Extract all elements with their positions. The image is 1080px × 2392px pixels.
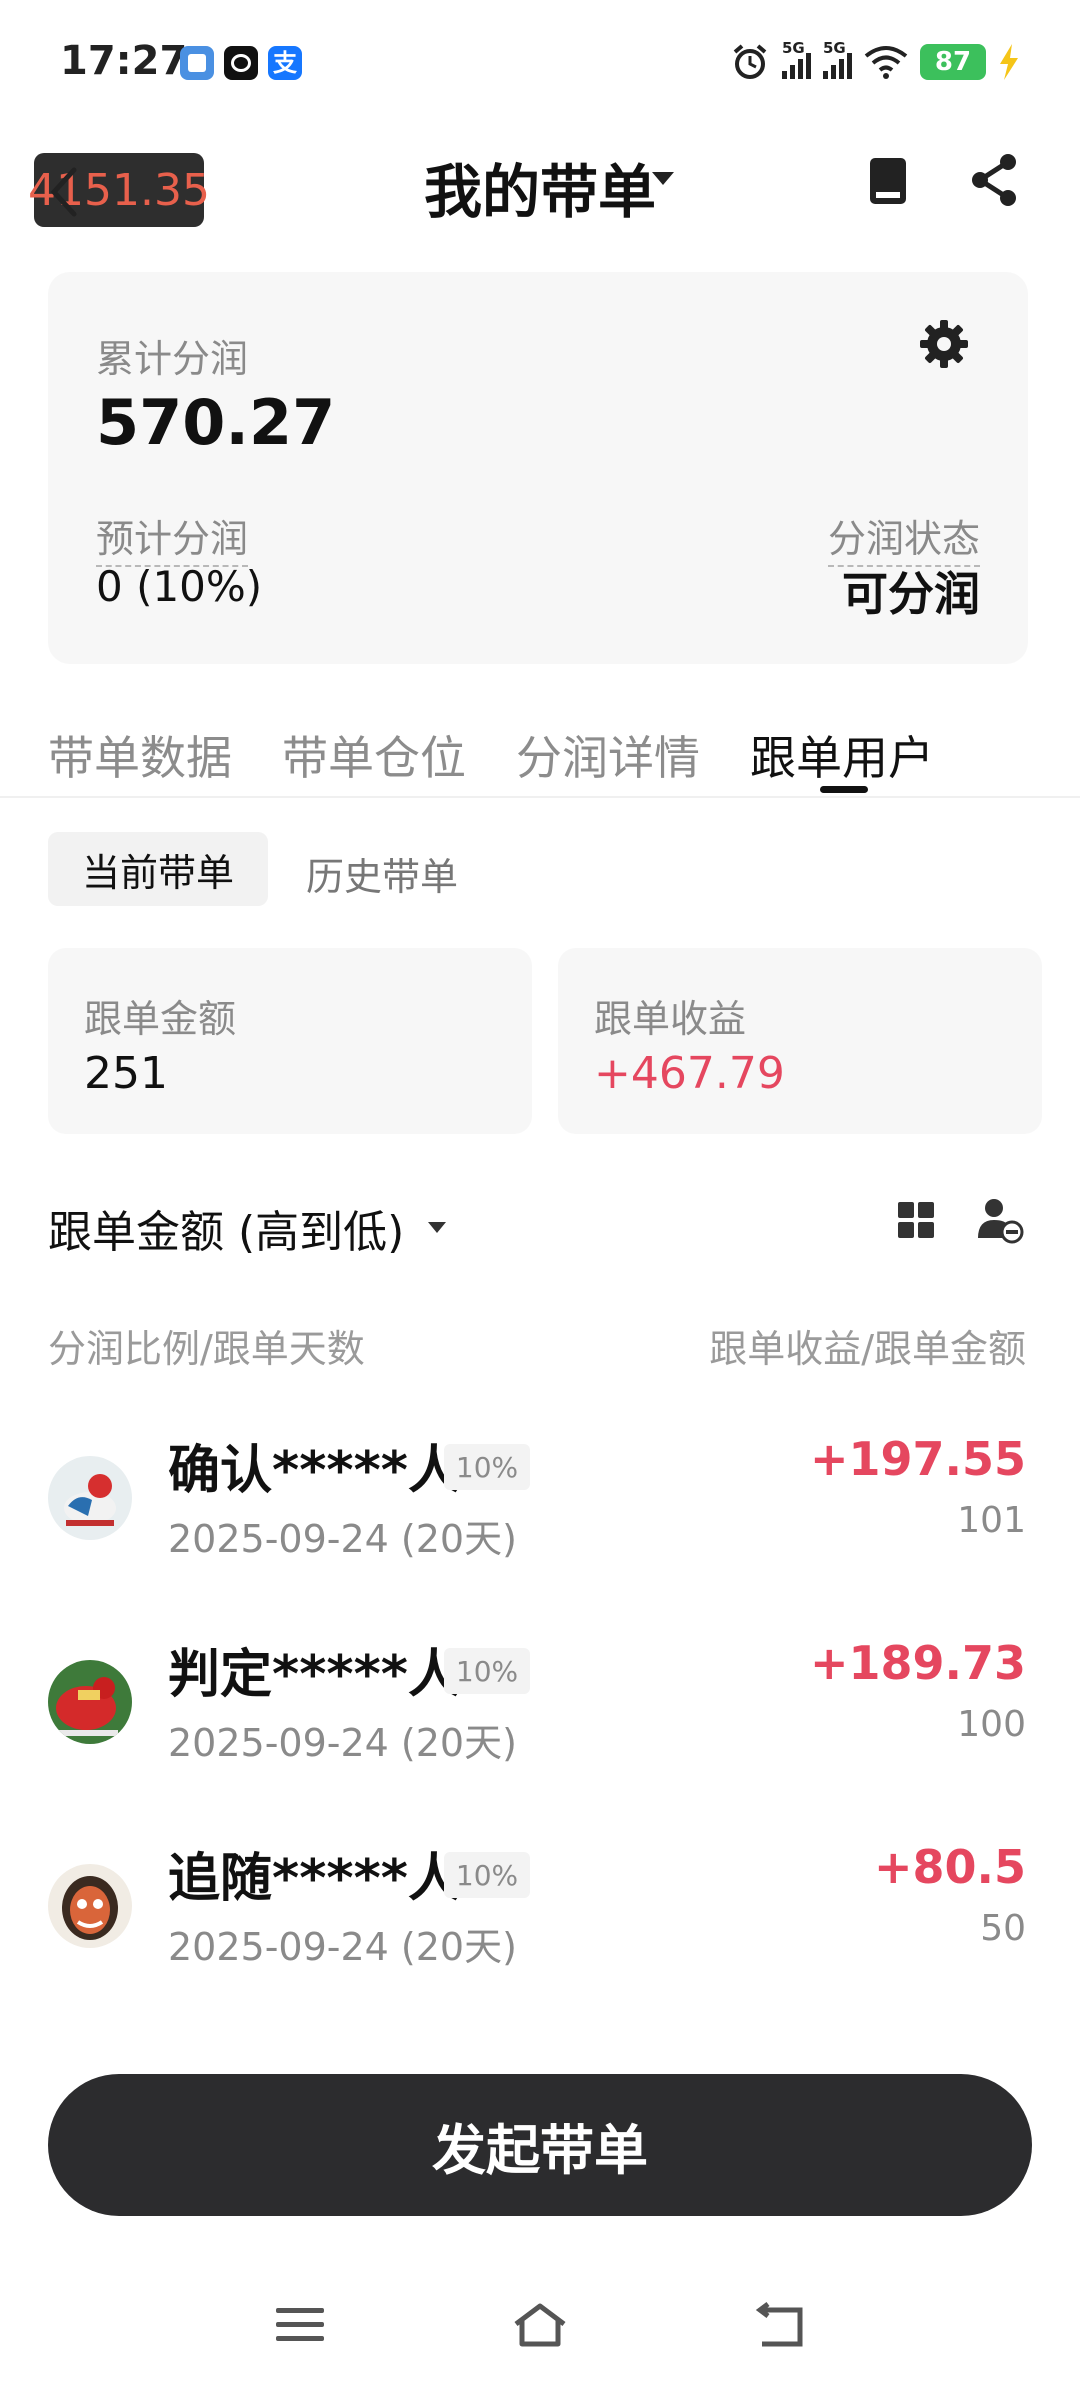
follow-date: 2025-09-24 (20天) [168,1517,517,1561]
book-icon[interactable] [866,156,910,206]
follow-amount-value: 251 [84,1048,168,1099]
tab-lead-positions[interactable]: 带单仓位 [282,722,466,788]
follow-profit-value: +467.79 [594,1048,785,1099]
title-caret-icon[interactable] [652,172,674,185]
status-time: 17:27 [60,38,188,84]
follower-amount: 100 [957,1704,1026,1745]
network-label: 5G [823,39,846,57]
list-item[interactable]: 判定*****人 10% 2025-09-24 (20天) +189.73 10… [0,1624,1080,1824]
estimated-profit-value: 0 (10%) [96,562,263,611]
follower-profit: +197.55 [809,1432,1026,1486]
follower-name: 判定*****人 [168,1645,460,1705]
share-icon[interactable] [968,152,1020,208]
follower-profit: +189.73 [809,1636,1026,1690]
signal-icon: 5G [823,39,852,79]
status-indicators: 5G 5G 87 [730,39,1020,84]
profit-ratio-badge: 10% [444,1444,530,1490]
follow-date: 2025-09-24 (20天) [168,1721,517,1765]
signal-icon: 5G [782,39,811,79]
follow-amount-card: 跟单金额 251 [48,948,532,1134]
qq-app-icon [224,46,258,80]
tab-profit-details[interactable]: 分润详情 [516,722,700,788]
wifi-icon [864,46,908,79]
back-nav-icon[interactable] [750,2300,810,2350]
notes-app-icon [180,46,214,80]
sort-caret-icon[interactable] [428,1222,446,1233]
avatar [48,1456,132,1540]
tab-followers[interactable]: 跟单用户 [750,722,934,788]
charging-icon [1000,44,1018,80]
follow-profit-card: 跟单收益 +467.79 [558,948,1042,1134]
estimated-profit-label[interactable]: 预计分润 [96,508,249,567]
right-column-header: 跟单收益/跟单金额 [709,1327,1026,1371]
alipay-app-icon: 支 [268,46,302,80]
follower-profit: +80.5 [873,1840,1026,1894]
follow-date: 2025-09-24 (20天) [168,1925,517,1969]
remove-user-icon[interactable] [976,1196,1024,1244]
cumulative-profit-label: 累计分润 [96,337,249,381]
menu-icon[interactable] [270,2300,330,2350]
list-item[interactable]: 确认*****人 10% 2025-09-24 (20天) +197.55 10… [0,1420,1080,1620]
profit-summary-card: 累计分润 570.27 预计分润 0 (10%) 分润状态 可分润 [48,272,1028,664]
cumulative-profit-value: 570.27 [96,386,336,459]
tab-lead-data[interactable]: 带单数据 [48,722,232,788]
divider [0,796,1080,798]
page-title[interactable]: 我的带单 [0,145,1080,229]
network-label: 5G [782,39,805,57]
grid-view-icon[interactable] [894,1198,938,1242]
left-column-header: 分润比例/跟单天数 [48,1327,365,1371]
profit-status-value: 可分润 [842,567,980,621]
avatar [48,1864,132,1948]
alarm-icon [733,44,767,79]
sort-dropdown[interactable]: 跟单金额 (高到低) [48,1196,404,1260]
gear-icon[interactable] [918,318,970,370]
start-lead-button[interactable]: 发起带单 [48,2074,1032,2216]
profit-ratio-badge: 10% [444,1648,530,1694]
follower-amount: 50 [980,1908,1026,1949]
home-icon[interactable] [510,2300,570,2350]
profit-ratio-badge: 10% [444,1852,530,1898]
follow-amount-label: 跟单金额 [84,997,237,1041]
follow-profit-label: 跟单收益 [594,997,747,1041]
battery-icon: 87 [920,44,986,80]
list-item[interactable]: 追随*****人 10% 2025-09-24 (20天) +80.5 50 [0,1828,1080,2028]
segment-history[interactable]: 历史带单 [306,846,458,901]
active-tab-indicator [820,786,868,793]
avatar [48,1660,132,1744]
segment-current[interactable]: 当前带单 [48,832,268,906]
follower-name: 确认*****人 [168,1441,460,1501]
follower-amount: 101 [957,1500,1026,1541]
follower-name: 追随*****人 [168,1849,460,1909]
